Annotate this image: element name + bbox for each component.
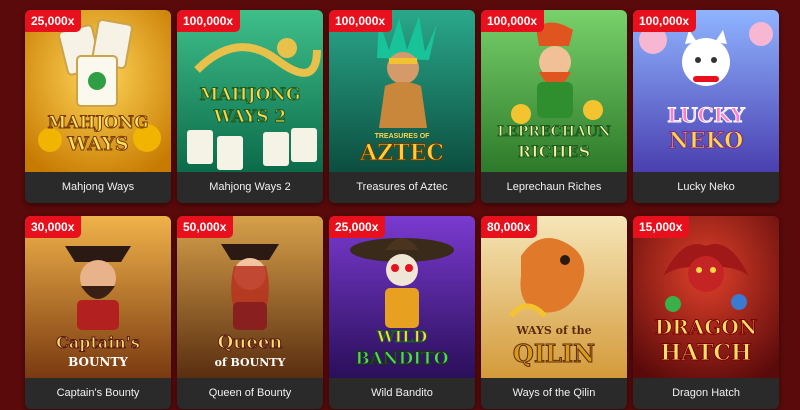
logo-line-2: WAYS 2 [213,107,287,127]
logo-line-1: WAYS of the [515,324,591,337]
game-thumbnail: MAHJONG WAYS [25,10,171,172]
game-thumbnail: TREASURES OF AZTEC [329,10,475,172]
game-title: Mahjong Ways [25,172,171,203]
game-title: Ways of the Qilin [481,378,627,409]
game-thumbnail: Captain's BOUNTY [25,216,171,378]
logo-line-1: TREASURES OF [375,133,431,140]
game-card-wild-bandito[interactable]: 25,000x WILD BANDITO Wild Bandito [329,216,475,409]
max-win-badge: 30,000x [25,216,82,238]
logo-line-1: DRAGON [655,315,757,339]
max-win-badge: 100,000x [481,10,545,32]
max-win-badge: 50,000x [177,216,234,238]
logo-line-2: NEKO [669,128,744,154]
game-thumbnail: DRAGON HATCH [633,216,779,378]
game-title: Lucky Neko [633,172,779,203]
game-card-mahjong-ways[interactable]: 25,000x MAHJONG WAYS Mahjong Ways [25,10,171,203]
game-title: Queen of Bounty [177,378,323,409]
max-win-badge: 100,000x [633,10,697,32]
logo-line-2: BANDITO [355,349,448,369]
game-card-lucky-neko[interactable]: 100,000x LUCKY NEKO Lucky Neko [633,10,779,203]
game-card-queen-of-bounty[interactable]: 50,000x Queen of BOUNTY Queen of Bounty [177,216,323,409]
game-thumbnail: MAHJONG WAYS 2 [177,10,323,172]
game-grid: 25,000x MAHJONG WAYS Mahjong Ways 100,00… [25,10,779,410]
logo-line-2: WAYS [66,133,128,155]
game-title: Captain's Bounty [25,378,171,409]
game-thumbnail: WILD BANDITO [329,216,475,378]
game-card-dragon-hatch[interactable]: 15,000x DRAGON HATCH Dragon Hatch [633,216,779,409]
logo-line-2: RICHES [518,142,590,161]
max-win-badge: 25,000x [25,10,82,32]
game-card-captains-bounty[interactable]: 30,000x Captain's BOUNTY Captain's Bount… [25,216,171,409]
logo-line-2: BOUNTY [68,355,128,369]
logo-line-1: WILD [376,327,428,346]
game-thumbnail: LUCKY NEKO [633,10,779,172]
logo-line-2: AZTEC [359,140,444,166]
logo-line-1: Queen [218,332,283,353]
max-win-badge: 80,000x [481,216,538,238]
game-thumbnail: LEPRECHAUN RICHES [481,10,627,172]
game-title: Leprechaun Riches [481,172,627,203]
logo-line-1: LEPRECHAUN [497,124,611,140]
game-card-ways-of-the-qilin[interactable]: 80,000x WAYS of the QILIN Ways of the Qi… [481,216,627,409]
game-thumbnail: Queen of BOUNTY [177,216,323,378]
game-title: Mahjong Ways 2 [177,172,323,203]
logo-line-1: MAHJONG [200,85,301,105]
logo-line-1: LUCKY [667,103,745,127]
logo-line-2: QILIN [513,339,595,368]
game-card-leprechaun-riches[interactable]: 100,000x LEPRECHAUN RICHES Leprechaun Ri… [481,10,627,203]
game-card-mahjong-ways-2[interactable]: 100,000x MAHJONG WAYS 2 Mahjong Ways 2 [177,10,323,203]
game-title: Treasures of Aztec [329,172,475,203]
logo-line-2: HATCH [660,340,751,366]
game-card-treasures-of-aztec[interactable]: 100,000x TREASURES OF AZTEC Treasures of… [329,10,475,203]
max-win-badge: 25,000x [329,216,386,238]
max-win-badge: 100,000x [177,10,241,32]
max-win-badge: 100,000x [329,10,393,32]
game-title: Wild Bandito [329,378,475,409]
game-title: Dragon Hatch [633,378,779,409]
logo-line-1: MAHJONG [48,113,149,133]
max-win-badge: 15,000x [633,216,690,238]
logo-line-2: of BOUNTY [215,356,286,369]
logo-line-1: Captain's [56,333,140,352]
game-thumbnail: WAYS of the QILIN [481,216,627,378]
